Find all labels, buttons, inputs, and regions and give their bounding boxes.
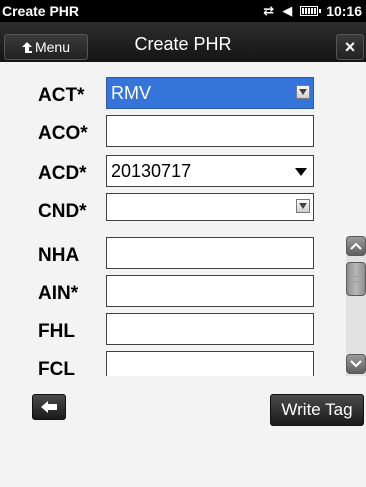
close-icon: ×: [344, 36, 356, 57]
back-arrow-icon: [41, 401, 57, 413]
field-label: ACT*: [38, 85, 85, 106]
scroll-up-button[interactable]: [346, 236, 366, 256]
back-button[interactable]: [32, 394, 66, 420]
field-row-nha: NHA: [0, 237, 346, 273]
connectivity-icon[interactable]: ⇄: [263, 3, 274, 19]
status-title: Create PHR: [2, 3, 80, 19]
clock[interactable]: 10:16: [326, 3, 362, 19]
field-row-fcl: FCL: [0, 351, 346, 376]
menu-arrow-icon: [21, 41, 32, 53]
scroll-thumb[interactable]: ⁚⁚: [346, 262, 366, 296]
dropdown-arrow-icon: [296, 199, 310, 213]
fcl-input[interactable]: [106, 351, 314, 376]
act-dropdown[interactable]: RMV: [106, 77, 314, 109]
screen: Create PHR ⇄ ◀︎ 10:16 Create PHR Menu × …: [0, 0, 366, 487]
nha-input[interactable]: [106, 237, 314, 269]
header-bar: Create PHR Menu ×: [0, 22, 366, 62]
field-value: RMV: [111, 83, 151, 103]
grip-icon: ⁚⁚: [353, 274, 359, 284]
chevron-down-icon: [350, 360, 362, 368]
ain-input[interactable]: [106, 275, 314, 307]
cnd-dropdown[interactable]: [106, 193, 314, 221]
chevron-down-icon: [295, 168, 307, 176]
status-icons: ⇄ ◀︎ 10:16: [263, 3, 362, 19]
menu-button[interactable]: Menu: [4, 34, 88, 60]
dropdown-arrow-icon: [296, 85, 310, 99]
scrollbar[interactable]: ⁚⁚: [346, 236, 366, 376]
scroll-down-button[interactable]: [346, 354, 366, 374]
field-label: CND*: [38, 201, 87, 222]
aco-input[interactable]: [106, 115, 314, 147]
field-label: NHA: [38, 245, 80, 266]
close-button[interactable]: ×: [336, 34, 364, 60]
status-bar: Create PHR ⇄ ◀︎ 10:16: [0, 0, 366, 22]
phr-form: ACT* RMV ACO* ACD* 20130717 CND* NHA AIN…: [0, 62, 346, 376]
field-row-aco: ACO*: [0, 115, 346, 151]
volume-icon[interactable]: ◀︎: [282, 3, 292, 19]
field-label: FHL: [38, 321, 75, 342]
field-row-acd: ACD* 20130717: [0, 155, 346, 191]
field-row-ain: AIN*: [0, 275, 346, 311]
fhl-input[interactable]: [106, 313, 314, 345]
chevron-up-icon: [350, 242, 362, 250]
field-row-cnd: CND*: [0, 193, 346, 229]
field-label: FCL: [38, 359, 75, 376]
acd-date-picker[interactable]: 20130717: [106, 155, 314, 187]
field-row-fhl: FHL: [0, 313, 346, 349]
field-row-act: ACT* RMV: [0, 77, 346, 113]
field-label: ACO*: [38, 123, 88, 144]
menu-label: Menu: [34, 39, 71, 55]
field-label: ACD*: [38, 163, 87, 184]
field-label: AIN*: [38, 283, 79, 304]
write-tag-button[interactable]: Write Tag: [270, 394, 364, 426]
field-value: 20130717: [111, 161, 192, 181]
battery-icon[interactable]: [300, 6, 322, 16]
